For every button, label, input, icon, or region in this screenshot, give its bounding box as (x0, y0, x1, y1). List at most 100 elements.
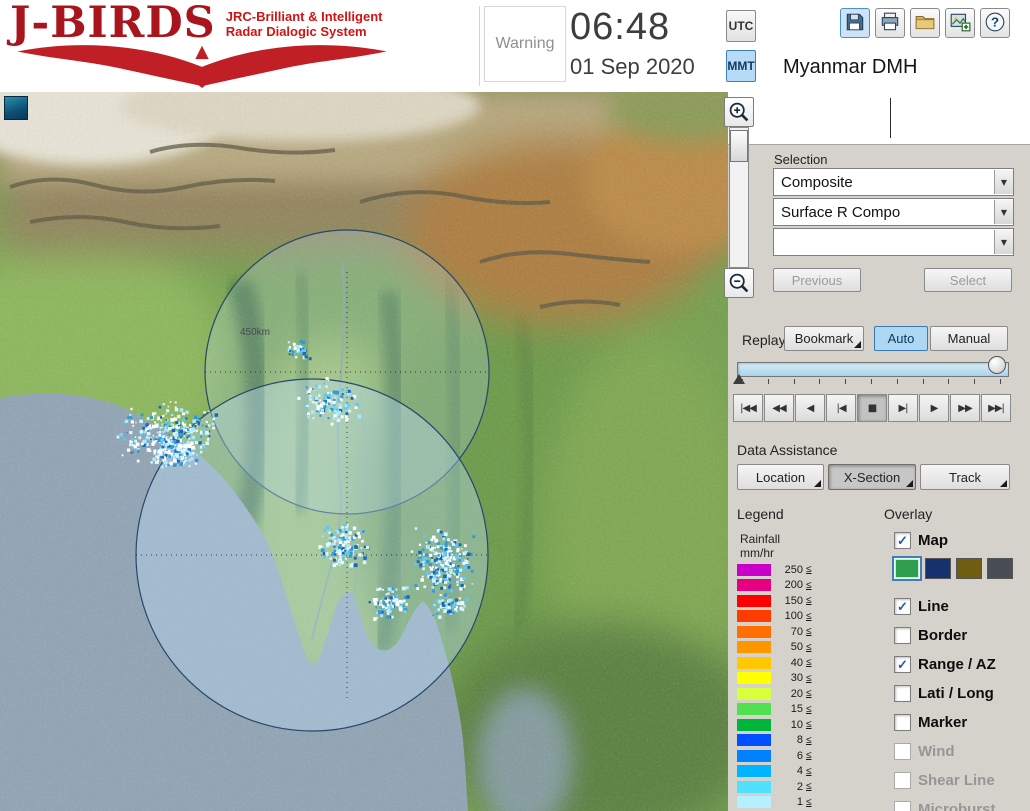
legend-lte-symbol: ≤ (806, 750, 812, 762)
timeline-tick (767, 379, 769, 384)
help-button[interactable]: ? (980, 8, 1010, 38)
legend-row: 200 ≤ (737, 578, 857, 594)
zoom-controls (723, 97, 754, 298)
legend-value: 250 (784, 563, 803, 576)
legend-value: 30 (790, 672, 803, 685)
timeline-tick (948, 379, 950, 384)
bookmark-button[interactable]: Bookmark (784, 326, 864, 351)
legend-lte-symbol: ≤ (806, 564, 812, 576)
transport-skip-start[interactable]: |◀◀ (733, 394, 763, 422)
legend-lte-symbol: ≤ (806, 657, 812, 669)
legend-color-swatch (737, 641, 771, 654)
zoom-slider-thumb[interactable] (729, 130, 748, 162)
overlay-item-marker[interactable]: Marker (894, 714, 967, 731)
svg-text:?: ? (991, 14, 999, 29)
legend-value: 70 (790, 625, 803, 638)
checkbox[interactable] (894, 714, 911, 731)
legend-quantity: Rainfall (740, 532, 781, 546)
zoom-in-icon (729, 102, 748, 122)
legend-lte-symbol: ≤ (806, 688, 812, 700)
radar-map[interactable]: 450km (0, 92, 728, 811)
transport-stop[interactable]: ■ (857, 394, 887, 422)
radar-map-canvas: 450km (0, 92, 728, 811)
product-type-combo[interactable]: Surface R Compo ▼ (773, 198, 1014, 226)
replay-label: Replay (742, 332, 786, 348)
legend-row: 50 ≤ (737, 640, 857, 656)
legend-row: 6 ≤ (737, 748, 857, 764)
transport-play[interactable]: ▶ (919, 394, 949, 422)
overlay-item-label: Wind (918, 743, 955, 760)
info-display (728, 92, 1030, 145)
map-tool-button[interactable] (4, 96, 28, 120)
control-panel: Selection Composite ▼ Surface R Compo ▼ … (728, 92, 1030, 811)
transport-play-back[interactable]: ◀ (795, 394, 825, 422)
overlay-item-shear-line[interactable]: Shear Line (894, 772, 995, 789)
checkbox[interactable] (894, 801, 911, 811)
chevron-down-icon[interactable]: ▼ (994, 230, 1013, 254)
save-button[interactable] (840, 8, 870, 38)
overlay-item-border[interactable]: Border (894, 627, 967, 644)
clock-date: 01 Sep 2020 (570, 54, 695, 79)
timeline-slider-handle[interactable] (988, 356, 1006, 374)
checkbox[interactable]: ✓ (894, 598, 911, 615)
checkbox[interactable]: ✓ (894, 532, 911, 549)
mmt-button[interactable]: MMT (726, 50, 756, 82)
product-category-combo[interactable]: Composite ▼ (773, 168, 1014, 196)
zoom-out-icon (729, 273, 748, 293)
legend-scale: 250 ≤200 ≤150 ≤100 ≤70 ≤50 ≤40 ≤30 ≤20 ≤15 ≤10 ≤8 ≤6… (737, 562, 857, 810)
map-color-swatch-1[interactable] (892, 556, 922, 581)
combo-value: Composite (781, 173, 853, 191)
legend-row: 2 ≤ (737, 779, 857, 795)
location-button[interactable]: Location (737, 464, 824, 490)
transport-fast-forward[interactable]: ▶▶ (950, 394, 980, 422)
overlay-item-label: Line (918, 598, 949, 615)
overlay-item-line[interactable]: ✓ Line (894, 598, 949, 615)
utc-button[interactable]: UTC (726, 10, 756, 42)
timeline-tick (896, 379, 898, 384)
zoom-slider[interactable] (728, 127, 749, 268)
timeline-tick (742, 379, 743, 384)
legend-unit: mm/hr (740, 546, 774, 560)
timeline-tick (974, 379, 976, 384)
overlay-item-microburst[interactable]: Microburst (894, 801, 996, 811)
legend-value: 15 (790, 703, 803, 716)
overlay-item-lati-long[interactable]: Lati / Long (894, 685, 994, 702)
previous-button[interactable]: Previous (773, 268, 861, 292)
transport-fast-rewind[interactable]: ◀◀ (764, 394, 794, 422)
legend-lte-symbol: ≤ (806, 672, 812, 684)
transport-skip-end[interactable]: ▶▶| (981, 394, 1011, 422)
open-folder-button[interactable] (910, 8, 940, 38)
map-color-swatch-3[interactable] (956, 558, 982, 579)
overlay-item-wind[interactable]: Wind (894, 743, 955, 760)
zoom-in-button[interactable] (723, 97, 754, 127)
x-section-button[interactable]: X-Section (828, 464, 916, 490)
chevron-down-icon[interactable]: ▼ (994, 200, 1013, 224)
chevron-down-icon[interactable]: ▼ (994, 170, 1013, 194)
header-divider (479, 6, 480, 86)
data-assistance-label: Data Assistance (737, 442, 838, 458)
manual-button[interactable]: Manual (930, 326, 1008, 351)
checkbox[interactable]: ✓ (894, 656, 911, 673)
product-option-combo[interactable]: ▼ (773, 228, 1014, 256)
track-button[interactable]: Track (920, 464, 1010, 490)
transport-step-forward[interactable]: ▶| (888, 394, 918, 422)
checkbox[interactable] (894, 627, 911, 644)
zoom-out-button[interactable] (723, 268, 754, 298)
open-folder-icon (915, 15, 935, 30)
print-button[interactable] (875, 8, 905, 38)
legend-value: 150 (784, 594, 803, 607)
export-image-button[interactable] (945, 8, 975, 38)
checkbox[interactable] (894, 685, 911, 702)
overlay-item-map[interactable]: ✓ Map (894, 532, 948, 549)
checkbox[interactable] (894, 743, 911, 760)
auto-button[interactable]: Auto (874, 326, 928, 351)
transport-step-back[interactable]: |◀ (826, 394, 856, 422)
checkbox[interactable] (894, 772, 911, 789)
timeline-slider[interactable] (737, 362, 1009, 377)
select-button[interactable]: Select (924, 268, 1012, 292)
legend-color-swatch (737, 625, 771, 638)
map-color-swatch-2[interactable] (925, 558, 951, 579)
warning-label: Warning (495, 35, 555, 52)
overlay-item-range-az[interactable]: ✓ Range / AZ (894, 656, 996, 673)
map-color-swatch-4[interactable] (987, 558, 1013, 579)
